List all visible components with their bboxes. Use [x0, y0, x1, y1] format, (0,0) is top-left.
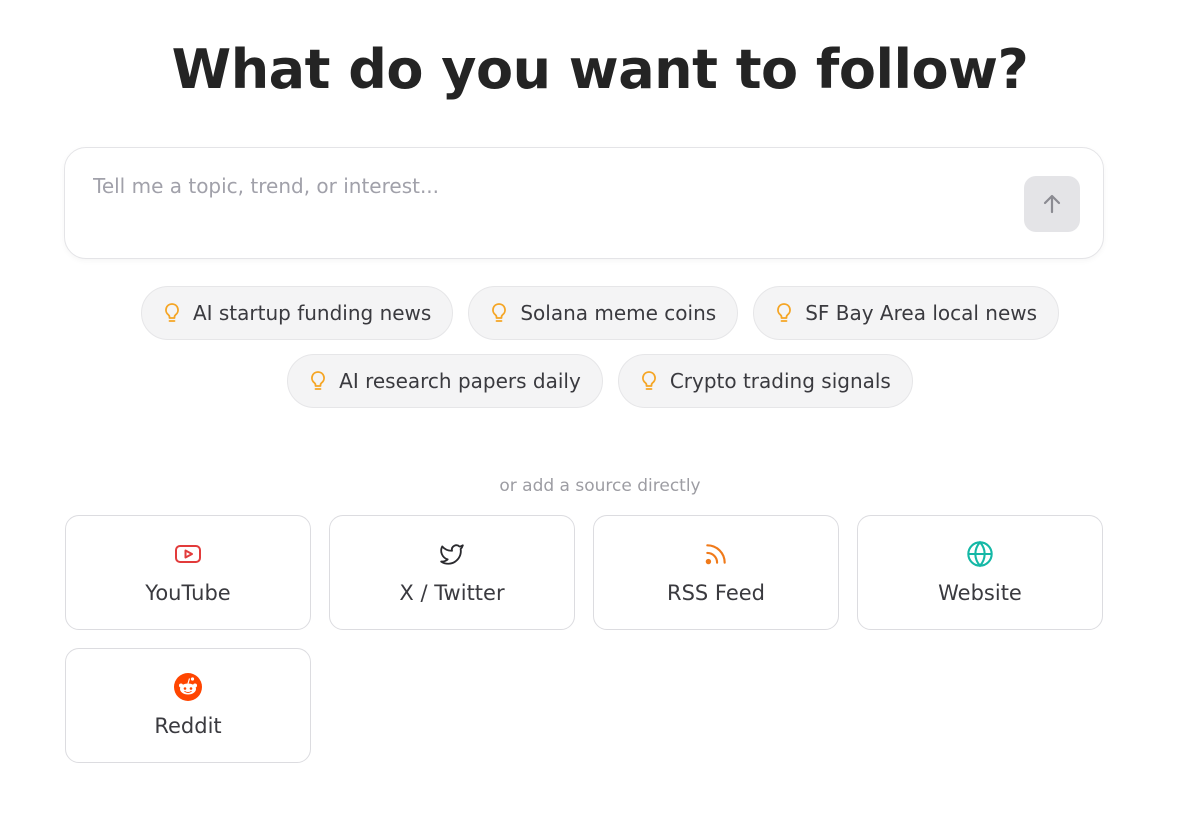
suggestion-chips: AI startup funding news Solana meme coin… [0, 286, 1200, 422]
youtube-icon [175, 544, 201, 563]
source-card-twitter[interactable]: X / Twitter [329, 515, 575, 630]
source-label: RSS Feed [666, 580, 766, 605]
rss-icon [705, 543, 726, 564]
topic-input[interactable] [93, 174, 993, 234]
source-card-youtube[interactable]: YouTube [65, 515, 311, 630]
lightbulb-icon [492, 303, 507, 322]
source-label: Reddit [154, 713, 222, 738]
suggestion-chip[interactable]: Solana meme coins [468, 286, 739, 340]
suggestion-label: Crypto trading signals [669, 369, 891, 393]
source-label: YouTube [145, 580, 231, 605]
source-card-reddit[interactable]: Reddit [65, 648, 311, 763]
lightbulb-icon [641, 371, 656, 390]
topic-composer [64, 147, 1104, 259]
suggestion-row: AI startup funding news Solana meme coin… [0, 286, 1200, 340]
lightbulb-icon [311, 371, 326, 390]
suggestion-label: Solana meme coins [520, 301, 717, 325]
suggestion-label: AI research papers daily [339, 369, 581, 393]
reddit-icon [174, 672, 202, 701]
source-card-rss[interactable]: RSS Feed [593, 515, 839, 630]
source-label: Website [938, 580, 1022, 605]
arrow-up-icon [1043, 194, 1061, 214]
sources-divider-text: or add a source directly [499, 476, 701, 496]
suggestion-row: AI research papers daily Crypto trading … [0, 354, 1200, 408]
suggestion-label: SF Bay Area local news [805, 301, 1038, 325]
source-card-website[interactable]: Website [857, 515, 1103, 630]
suggestion-chip[interactable]: SF Bay Area local news [753, 286, 1060, 340]
suggestion-label: AI startup funding news [192, 301, 432, 325]
lightbulb-icon [777, 303, 792, 322]
page-title: What do you want to follow? [171, 38, 1029, 101]
twitter-bird-icon [440, 543, 464, 565]
suggestion-chip[interactable]: AI research papers daily [287, 354, 603, 408]
globe-icon [967, 540, 993, 567]
follow-page: What do you want to follow? AI startup f… [0, 0, 1200, 831]
send-button[interactable] [1024, 176, 1080, 232]
suggestion-chip[interactable]: Crypto trading signals [617, 354, 913, 408]
source-label: X / Twitter [399, 580, 505, 605]
lightbulb-icon [165, 303, 179, 322]
suggestion-chip[interactable]: AI startup funding news [140, 286, 454, 340]
source-grid: YouTube X / Twitter RSS Feed Website Red… [65, 515, 1103, 763]
